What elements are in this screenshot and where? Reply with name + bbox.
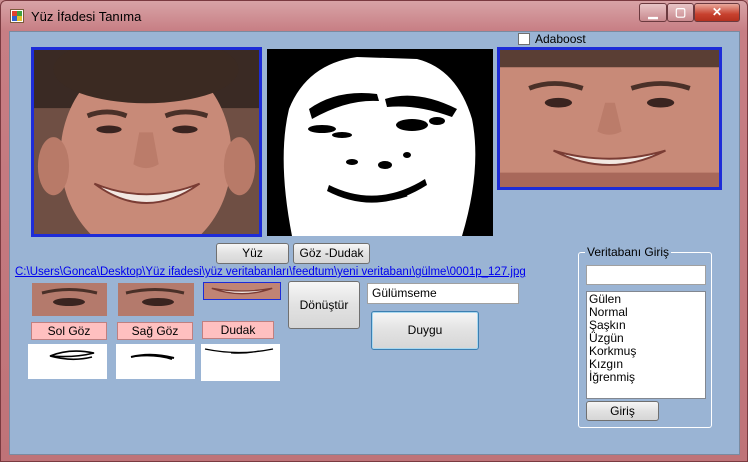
checkbox-icon[interactable]	[518, 33, 530, 45]
mouth-contour	[201, 344, 280, 381]
eye-mouth-button-label: Göz -Dudak	[299, 246, 364, 260]
close-button[interactable]: ✕	[694, 3, 740, 22]
title-bar[interactable]: Yüz İfadesi Tanıma ▁ ▢ ✕	[1, 1, 747, 31]
face-button[interactable]: Yüz	[216, 243, 289, 264]
database-input[interactable]	[586, 265, 706, 285]
convert-button-label: Dönüştür	[299, 298, 349, 312]
login-button-label: Giriş	[610, 404, 635, 418]
database-entry-group: Veritabanı Giriş Gülen Normal Şaşkın Üzg…	[578, 245, 712, 428]
emotion-button[interactable]: Duygu	[371, 311, 479, 350]
result-textbox[interactable]: Gülümseme	[367, 283, 519, 304]
emotion-button-label: Duygu	[407, 323, 443, 337]
minimize-button[interactable]: ▁	[639, 3, 667, 22]
original-face-image	[31, 47, 262, 237]
form-client-area: Adaboost Yüz Göz -Dudak C:\Users\Gonca\D…	[9, 31, 740, 455]
login-button[interactable]: Giriş	[586, 401, 659, 421]
convert-button[interactable]: Dönüştür	[288, 281, 360, 329]
maximize-button[interactable]: ▢	[667, 3, 694, 22]
detected-face-image	[497, 47, 722, 190]
right-eye-image	[118, 283, 194, 316]
mouth-image	[203, 282, 281, 300]
left-eye-contour	[28, 344, 107, 379]
database-group-title: Veritabanı Giriş	[585, 245, 672, 259]
list-item[interactable]: İğrenmiş	[589, 371, 703, 384]
file-path-link[interactable]: C:\Users\Gonca\Desktop\Yüz ifadesi\yüz v…	[15, 266, 526, 278]
mouth-label: Dudak	[202, 321, 274, 339]
left-eye-label: Sol Göz	[31, 322, 107, 340]
face-button-label: Yüz	[242, 246, 263, 260]
app-icon	[10, 9, 24, 23]
binary-face-image	[267, 49, 493, 236]
adaboost-label: Adaboost	[535, 32, 586, 46]
right-eye-label: Sağ Göz	[117, 322, 193, 340]
eye-mouth-button[interactable]: Göz -Dudak	[293, 243, 370, 264]
window-title: Yüz İfadesi Tanıma	[31, 9, 142, 24]
right-eye-contour	[116, 344, 195, 379]
main-window: Yüz İfadesi Tanıma ▁ ▢ ✕ Adaboost Yüz Gö…	[0, 0, 748, 462]
expression-listbox[interactable]: Gülen Normal Şaşkın Üzgün Korkmuş Kızgın…	[586, 291, 706, 399]
left-eye-image	[32, 283, 107, 316]
